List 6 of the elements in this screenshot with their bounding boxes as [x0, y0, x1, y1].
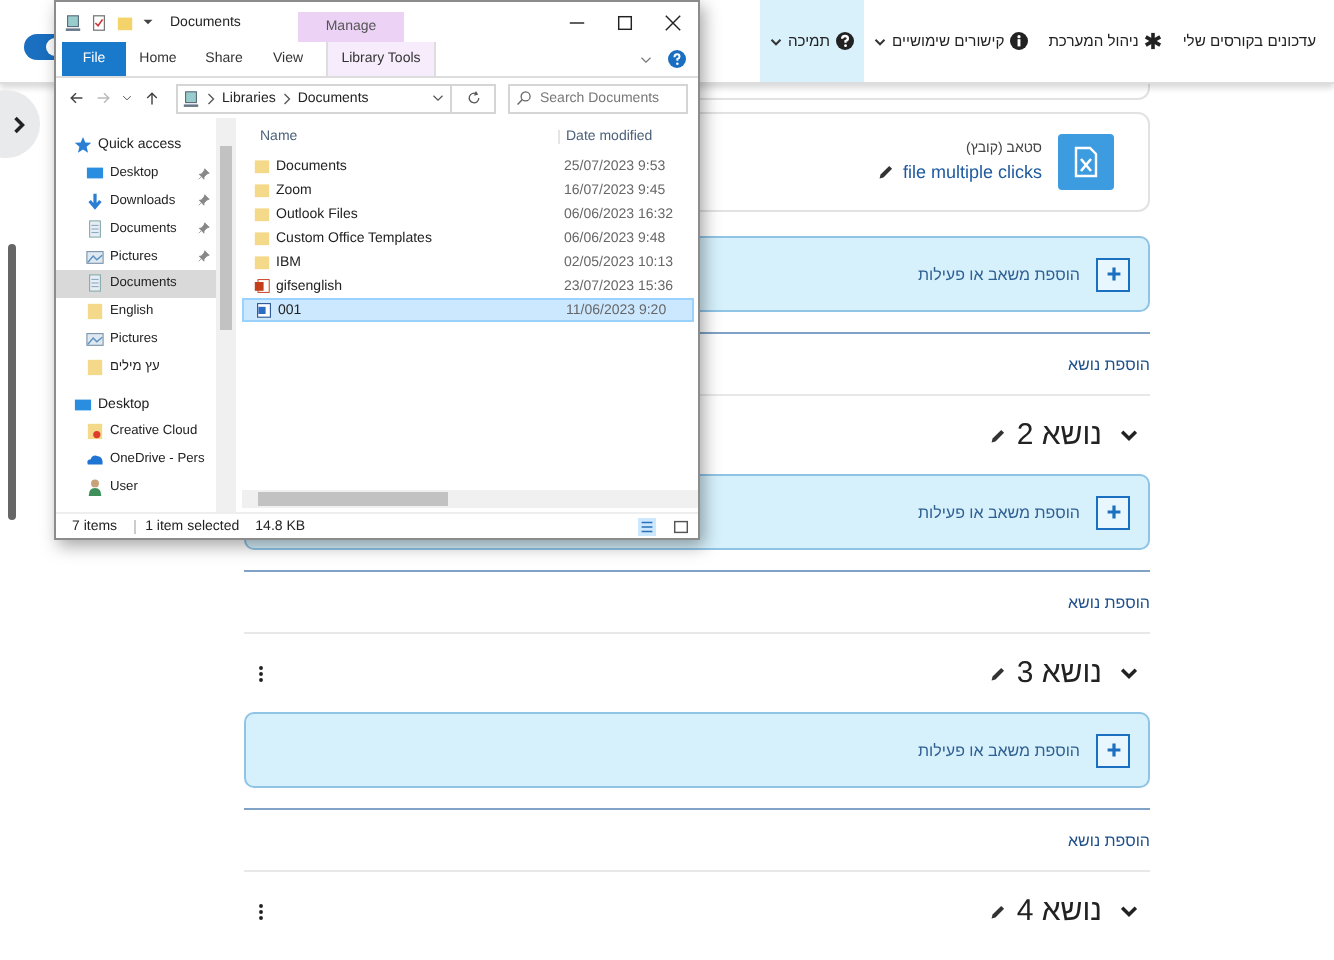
add-activity-label: הוספת משאב או פעילות — [917, 265, 1080, 283]
section-title: נושא 2 — [1016, 418, 1102, 452]
section-title: נושא 3 — [1016, 656, 1102, 690]
add-activity-label: הוספת משאב או פעילות — [917, 503, 1080, 521]
section-title: נושא 4 — [1016, 894, 1102, 928]
add-activity-label: הוספת משאב או פעילות — [917, 741, 1080, 759]
